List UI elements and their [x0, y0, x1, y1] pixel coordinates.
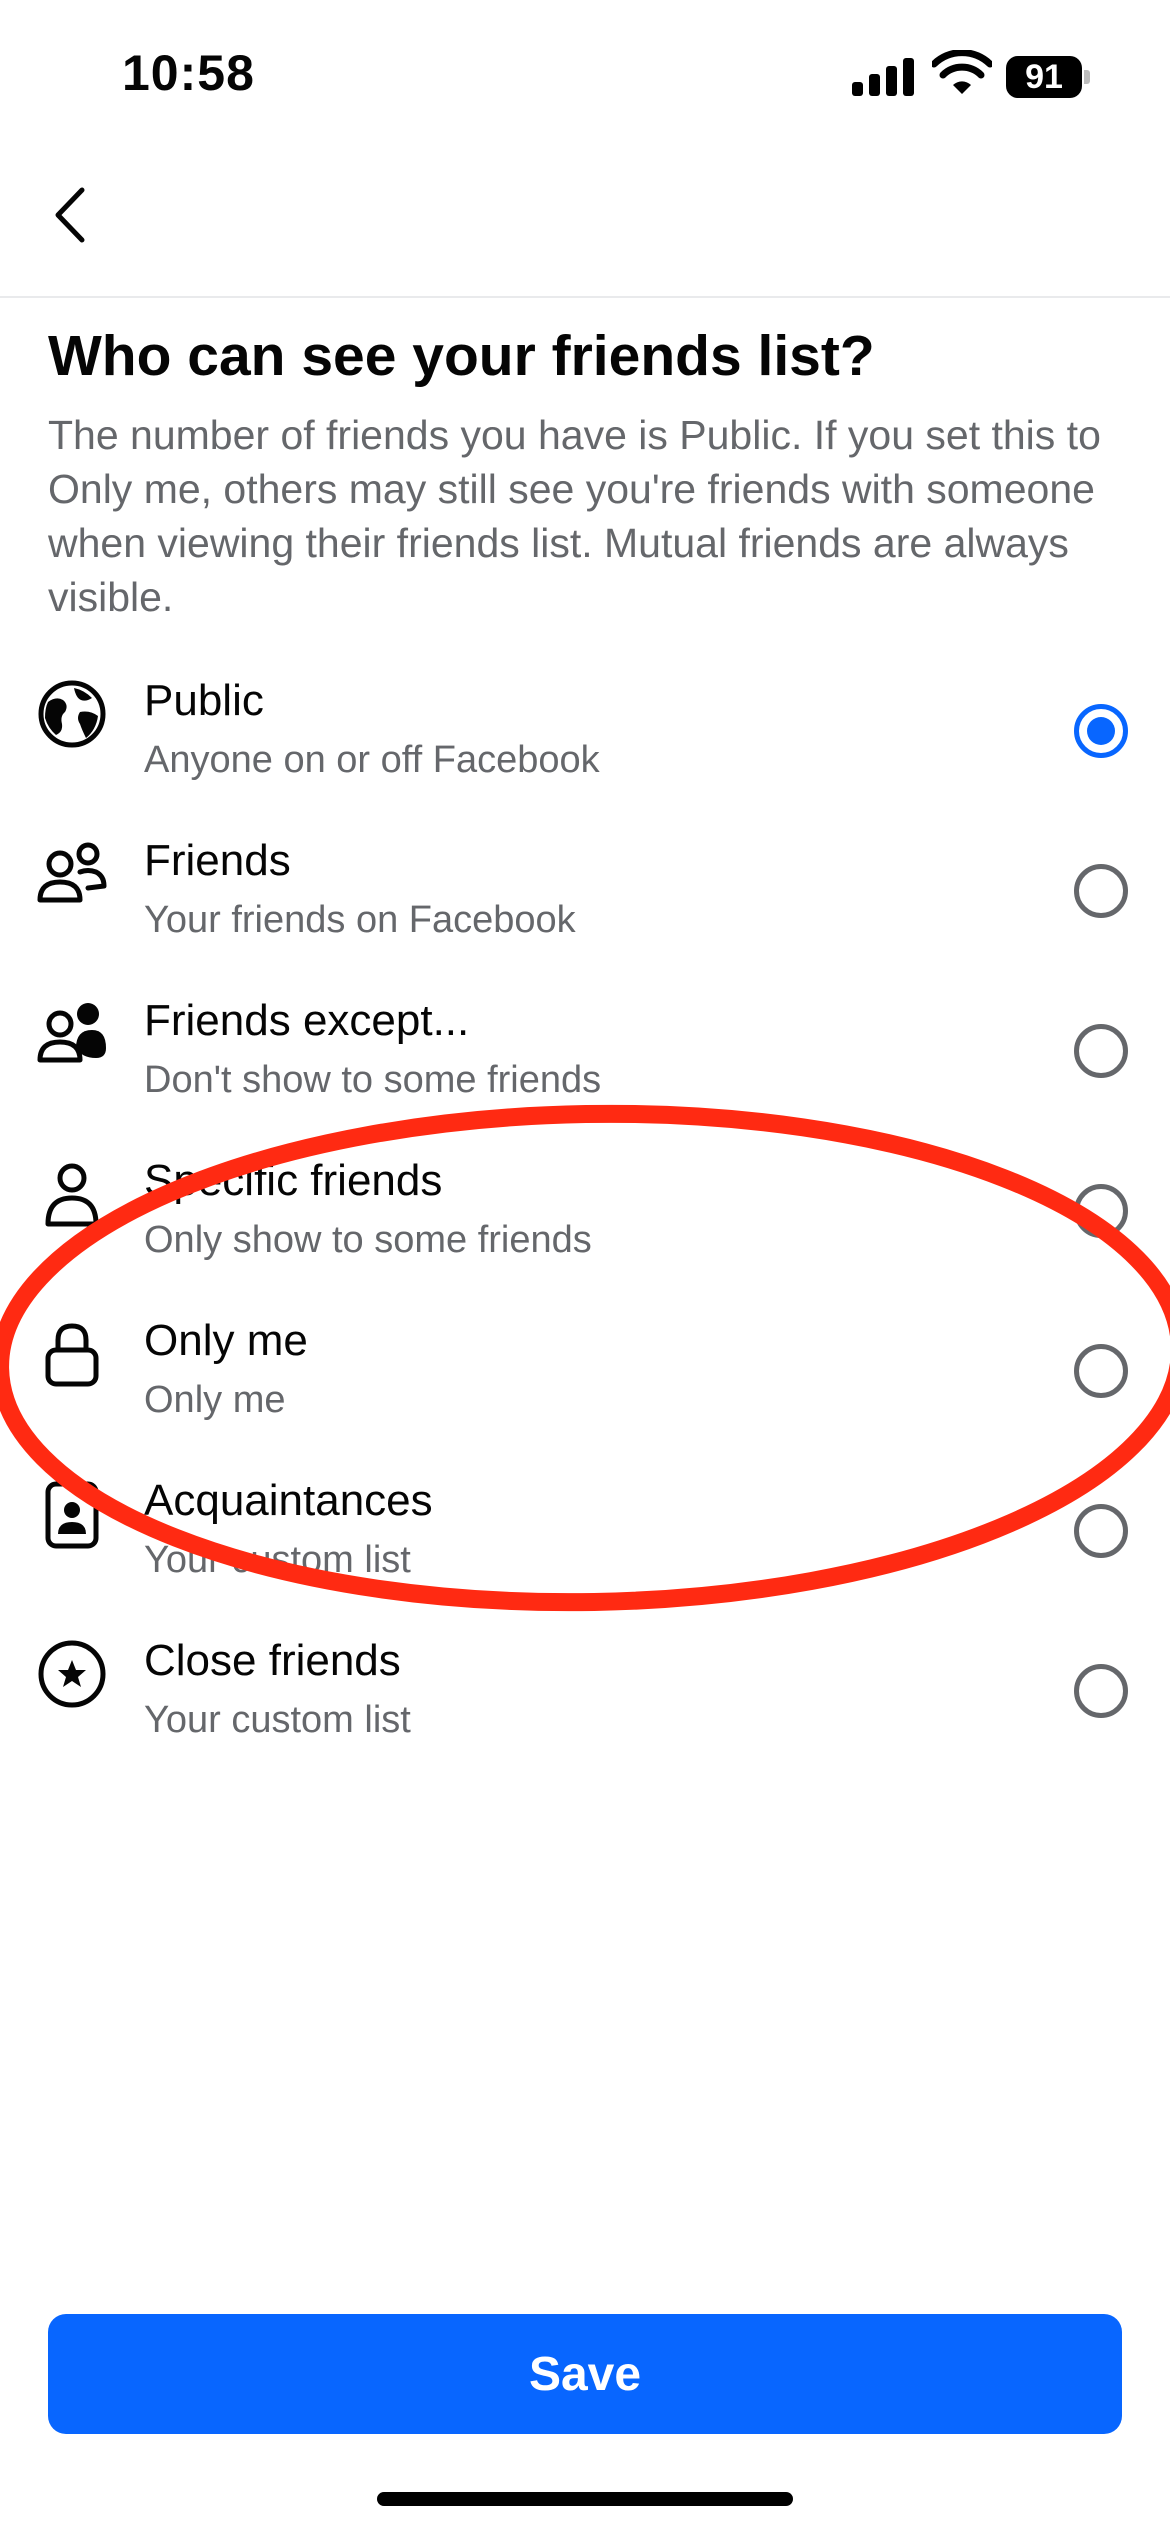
save-button[interactable]: Save — [48, 2314, 1122, 2434]
badge-icon — [45, 1480, 99, 1549]
globe-icon — [38, 680, 106, 748]
option-public[interactable]: Public Anyone on or off Facebook — [0, 650, 1170, 810]
option-description: Only show to some friends — [144, 1219, 592, 1261]
header-divider — [0, 296, 1170, 298]
option-label: Friends except... — [144, 996, 470, 1045]
option-description: Your friends on Facebook — [144, 899, 576, 941]
lock-icon — [45, 1323, 99, 1387]
option-label: Acquaintances — [144, 1476, 433, 1525]
option-friends[interactable]: Friends Your friends on Facebook — [0, 810, 1170, 970]
option-label: Friends — [144, 836, 291, 885]
radio-button[interactable] — [1074, 1664, 1128, 1718]
option-description: Don't show to some friends — [144, 1059, 602, 1101]
battery-level: 91 — [1006, 56, 1082, 98]
battery-icon: 91 — [1006, 56, 1090, 98]
option-label: Close friends — [144, 1636, 401, 1685]
option-specific-friends[interactable]: Specific friends Only show to some frien… — [0, 1130, 1170, 1290]
chevron-left-icon — [55, 187, 85, 243]
option-label: Only me — [144, 1316, 308, 1365]
cellular-signal-icon — [852, 58, 914, 96]
home-indicator — [377, 2492, 793, 2506]
status-time: 10:58 — [122, 45, 255, 101]
option-friends-except[interactable]: Friends except... Don't show to some fri… — [0, 970, 1170, 1130]
option-label: Specific friends — [144, 1156, 443, 1205]
option-description: Anyone on or off Facebook — [144, 739, 600, 781]
option-only-me[interactable]: Only me Only me — [0, 1290, 1170, 1450]
option-description: Your custom list — [144, 1699, 411, 1741]
back-button[interactable] — [44, 180, 104, 250]
option-close-friends[interactable]: Close friends Your custom list — [0, 1610, 1170, 1770]
person-icon — [45, 1163, 99, 1227]
wifi-icon — [932, 50, 992, 94]
option-description: Only me — [144, 1379, 286, 1421]
star-circle-icon — [38, 1640, 106, 1708]
radio-button[interactable] — [1074, 1184, 1128, 1238]
radio-button[interactable] — [1074, 1024, 1128, 1078]
page-title: Who can see your friends list? — [48, 324, 875, 388]
option-description: Your custom list — [144, 1539, 411, 1581]
radio-button[interactable] — [1074, 1344, 1128, 1398]
option-label: Public — [144, 676, 264, 725]
page-description: The number of friends you have is Public… — [48, 412, 1101, 620]
radio-button[interactable] — [1074, 864, 1128, 918]
status-bar: 10:58 91 — [0, 0, 1170, 150]
friends-icon — [37, 842, 107, 903]
radio-button[interactable] — [1074, 1504, 1128, 1558]
radio-button-selected[interactable] — [1074, 704, 1128, 758]
friends-except-icon — [37, 1003, 106, 1063]
option-acquaintances[interactable]: Acquaintances Your custom list — [0, 1450, 1170, 1610]
